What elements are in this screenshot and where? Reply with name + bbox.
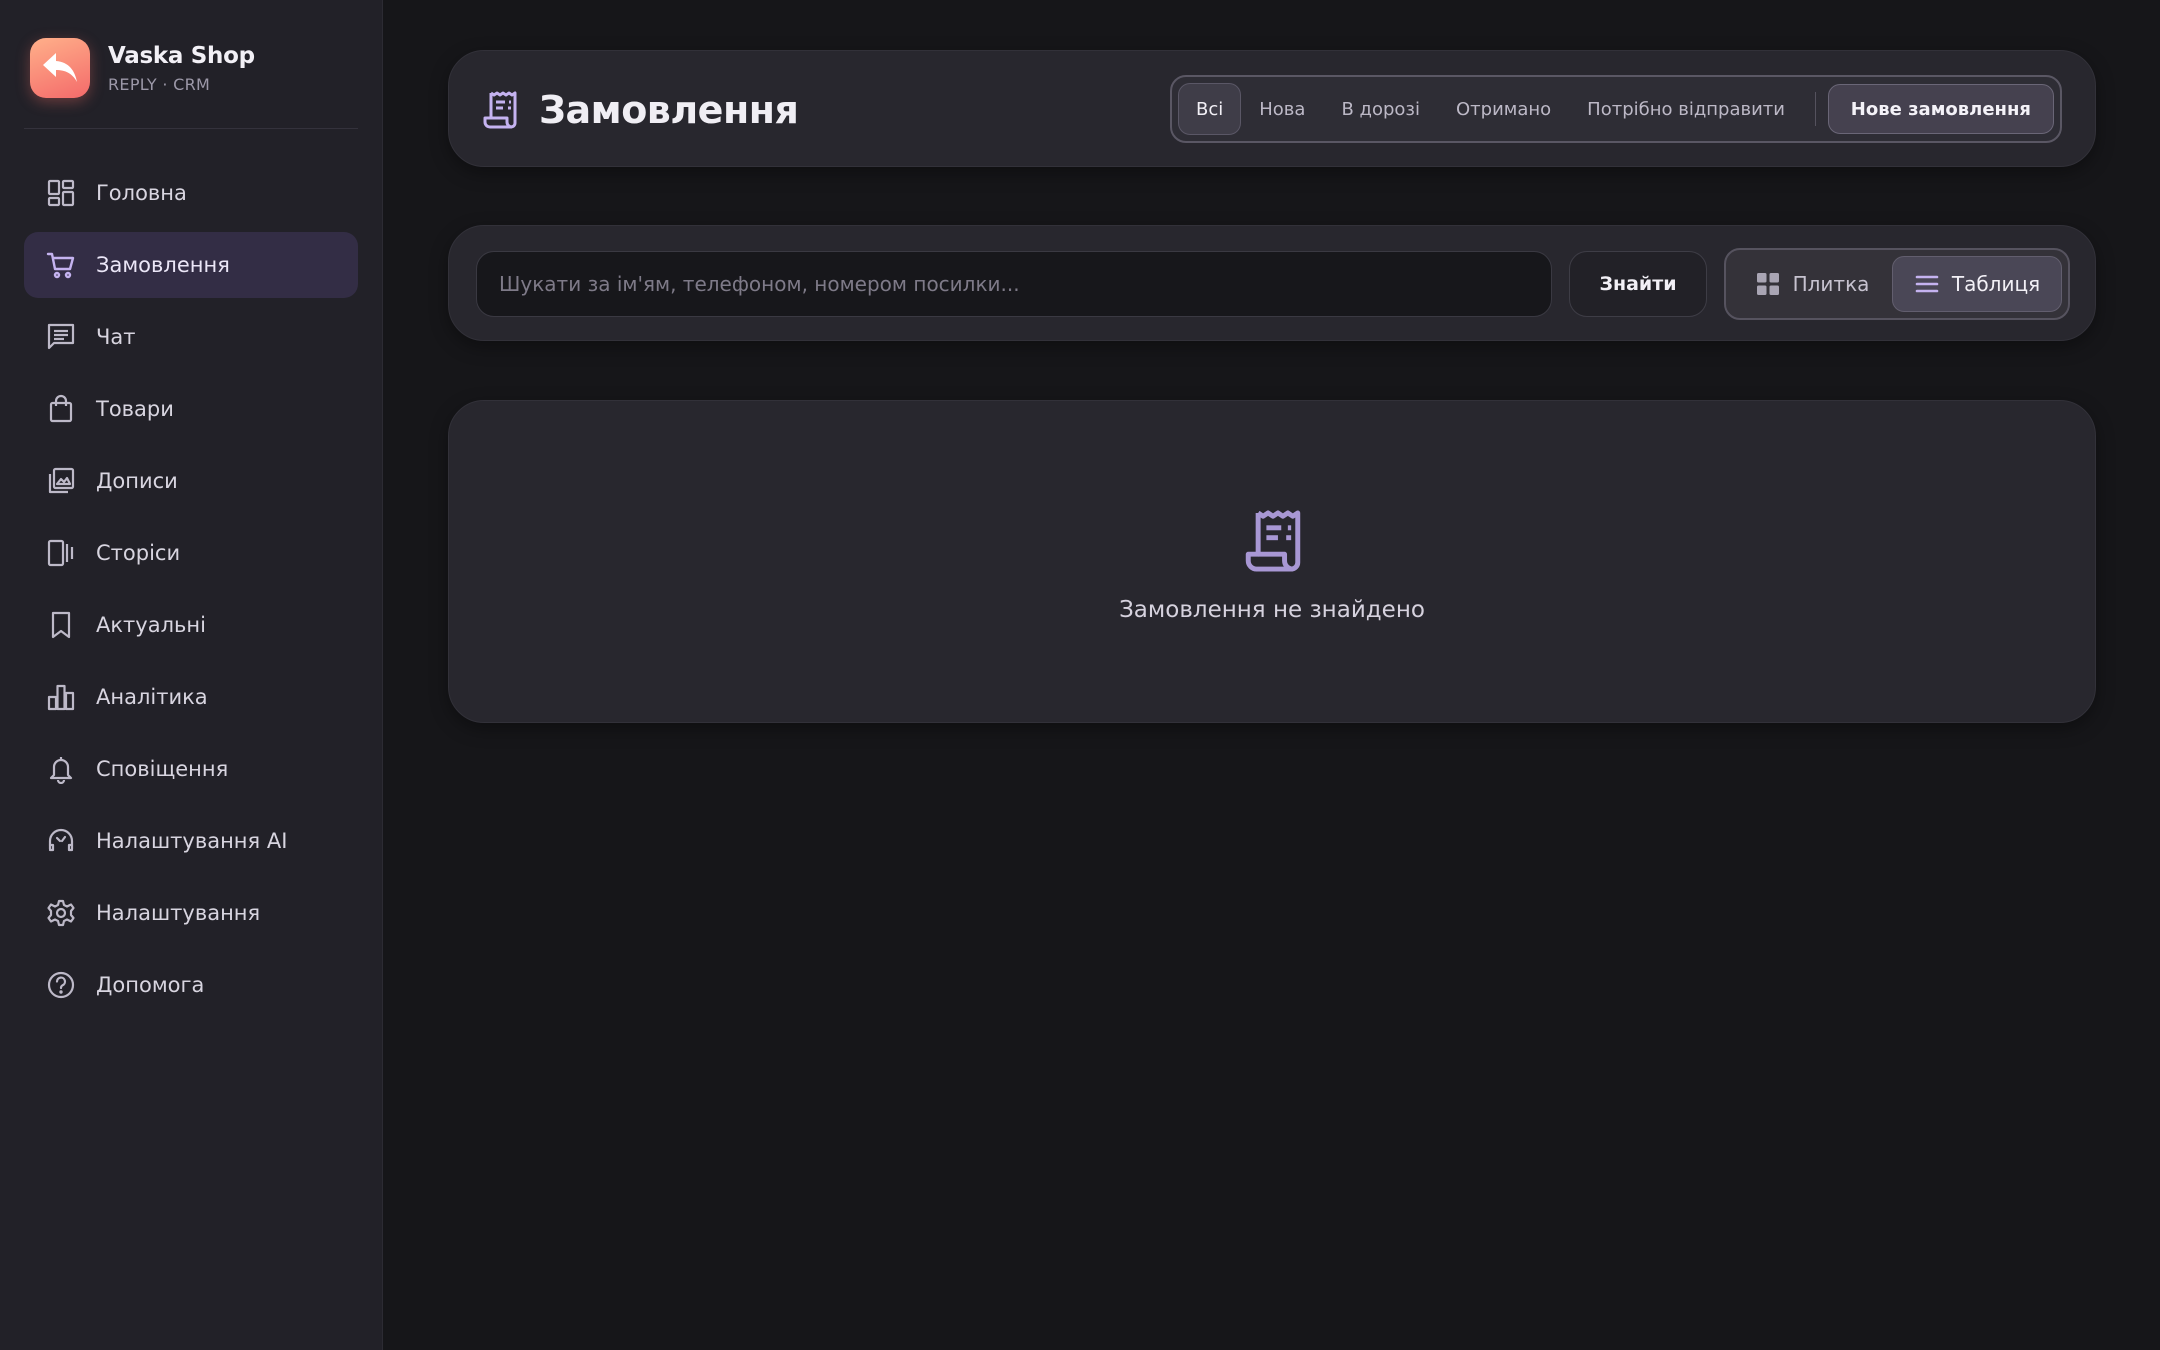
sidebar-item-label: Налаштування [96, 901, 261, 925]
filter-divider [1815, 92, 1816, 126]
shopping-bag-icon [46, 394, 76, 424]
reply-arrow-icon [43, 53, 77, 82]
sidebar: Vaska Shop REPLY · CRM Головна Замовленн… [0, 0, 383, 1350]
receipt-icon [483, 91, 517, 128]
search-input[interactable] [476, 251, 1552, 317]
cart-icon [46, 250, 76, 280]
sidebar-item-analytics[interactable]: Аналітика [24, 664, 358, 730]
grid-icon [1756, 273, 1779, 295]
new-order-button[interactable]: Нове замовлення [1827, 84, 2054, 134]
sidebar-item-label: Сповіщення [96, 757, 229, 781]
view-table-label: Таблиця [1951, 272, 2041, 296]
sidebar-item-products[interactable]: Товари [24, 376, 358, 442]
orders-empty-state: Замовлення не знайдено [448, 400, 2096, 723]
list-icon [1915, 275, 1939, 293]
sidebar-item-label: Головна [96, 181, 187, 205]
sidebar-item-label: Актуальні [96, 613, 206, 637]
brand-text: Vaska Shop REPLY · CRM [108, 43, 255, 94]
sidebar-item-orders[interactable]: Замовлення [24, 232, 358, 298]
sidebar-item-label: Налаштування AI [96, 829, 288, 853]
stories-icon [46, 538, 76, 568]
brand-divider [24, 128, 358, 129]
sidebar-item-notifications[interactable]: Сповіщення [24, 736, 358, 802]
order-status-filters: Всі Нова В дорозі Отримано Потрібно відп… [1170, 75, 2062, 143]
sidebar-item-settings[interactable]: Налаштування [24, 880, 358, 946]
sidebar-item-label: Чат [96, 325, 136, 349]
search-button[interactable]: Знайти [1569, 251, 1707, 317]
sidebar-item-chat[interactable]: Чат [24, 304, 358, 370]
receipt-icon [1245, 510, 1301, 572]
bell-icon [46, 754, 76, 784]
sidebar-item-home[interactable]: Головна [24, 160, 358, 226]
view-tiles-button[interactable]: Плитка [1732, 256, 1892, 312]
ai-settings-icon [46, 826, 76, 856]
sidebar-item-label: Сторіси [96, 541, 181, 565]
sidebar-item-label: Дописи [96, 469, 178, 493]
filter-in-transit[interactable]: В дорозі [1323, 83, 1438, 135]
page-title: Замовлення [539, 87, 799, 132]
filter-to-ship[interactable]: Потрібно відправити [1569, 83, 1803, 135]
brand-name: Vaska Shop [108, 42, 255, 69]
app: Vaska Shop REPLY · CRM Головна Замовленн… [0, 0, 2160, 1350]
sidebar-item-label: Товари [96, 397, 174, 421]
help-icon [46, 970, 76, 1000]
bookmark-icon [46, 610, 76, 640]
page-header: Замовлення Всі Нова В дорозі Отримано По… [448, 50, 2096, 167]
sidebar-item-label: Аналітика [96, 685, 208, 709]
chat-icon [46, 322, 76, 352]
view-toggle: Плитка Таблиця [1724, 248, 2070, 320]
search-bar: Знайти Плитка Таблиця [448, 225, 2096, 341]
page-title-group: Замовлення [481, 51, 799, 168]
sidebar-item-label: Допомога [96, 973, 205, 997]
sidebar-item-posts[interactable]: Дописи [24, 448, 358, 514]
gallery-icon [46, 466, 76, 496]
sidebar-item-help[interactable]: Допомога [24, 952, 358, 1018]
app-logo [30, 38, 90, 98]
dashboard-icon [46, 178, 76, 208]
filter-new[interactable]: Нова [1241, 83, 1323, 135]
sidebar-item-stories[interactable]: Сторіси [24, 520, 358, 586]
empty-state-message: Замовлення не знайдено [1119, 597, 1425, 623]
sidebar-item-label: Замовлення [96, 253, 230, 277]
filter-all[interactable]: Всі [1178, 83, 1242, 135]
sidebar-item-highlights[interactable]: Актуальні [24, 592, 358, 658]
analytics-icon [46, 682, 76, 712]
view-tiles-label: Плитка [1792, 272, 1870, 296]
gear-icon [46, 898, 76, 928]
filter-received[interactable]: Отримано [1438, 83, 1569, 135]
sidebar-item-ai-settings[interactable]: Налаштування AI [24, 808, 358, 874]
brand-subtitle: REPLY · CRM [108, 74, 211, 94]
brand: Vaska Shop REPLY · CRM [30, 38, 255, 98]
view-table-button[interactable]: Таблиця [1892, 256, 2062, 312]
sidebar-nav: Головна Замовлення Чат Товари Дописи Сто… [24, 160, 358, 1024]
